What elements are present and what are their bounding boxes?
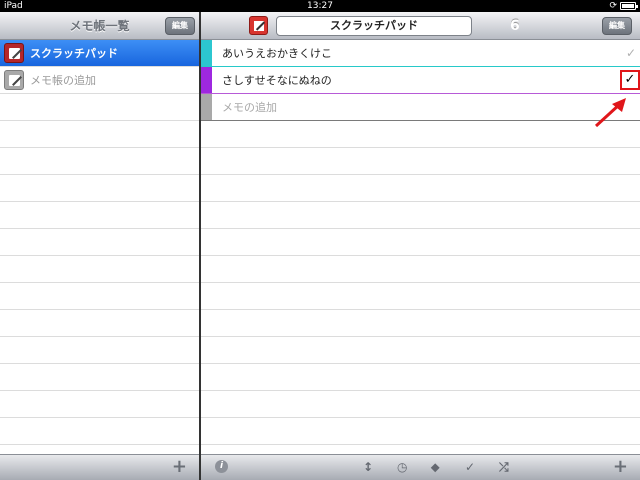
battery-group: ⟳: [609, 0, 638, 12]
check-all-icon[interactable]: ✓: [465, 459, 475, 475]
memo-item[interactable]: あいうえおかきくけこ ✓: [201, 40, 640, 67]
memo-color-tab[interactable]: [201, 40, 212, 66]
notepad-icon: [4, 43, 24, 63]
notepad-list-header: メモ帳一覧 編集: [0, 12, 199, 40]
notepad-item-label: スクラッチパッド: [30, 47, 118, 60]
memo-color-tab: [201, 94, 212, 120]
clock-icon[interactable]: ◷: [397, 459, 407, 475]
memo-pane: スクラッチパッド 6 編集 あいうえおかきくけこ ✓ さしすせそなにぬねの ✓ …: [201, 12, 640, 480]
notepad-list-pane: メモ帳一覧 編集 スクラッチパッド メモ帳の追加 +: [0, 12, 199, 480]
lock-rotation-icon: ⟳: [609, 1, 617, 11]
notepad-list: スクラッチパッド メモ帳の追加: [0, 40, 199, 454]
add-memo-item[interactable]: メモの追加: [201, 94, 640, 121]
memo-color-tab[interactable]: [201, 67, 212, 93]
add-memo-button[interactable]: +: [613, 457, 628, 477]
memo-text: あいうえおかきくけこ: [222, 47, 332, 60]
annotation-arrow-icon: [594, 98, 626, 128]
status-bar: iPad 13:27 ⟳: [0, 0, 640, 12]
info-icon[interactable]: i: [215, 460, 228, 473]
memo-footer: i ↕ ◷ ⬥ ✓ ⤮ +: [201, 454, 640, 480]
add-notepad-label: メモ帳の追加: [30, 74, 96, 87]
clock-label: 13:27: [307, 1, 333, 11]
memo-count-badge: 6: [510, 18, 520, 34]
sort-icon[interactable]: ↕: [363, 459, 373, 475]
shuffle-icon[interactable]: ⤮: [499, 459, 509, 475]
memo-header: スクラッチパッド 6 編集: [201, 12, 640, 40]
add-notepad-item[interactable]: メモ帳の追加: [0, 67, 199, 94]
add-notepad-icon: [4, 70, 24, 90]
memo-text: さしすせそなにぬねの: [222, 74, 332, 87]
notepad-list-footer: +: [0, 454, 199, 480]
notepad-edit-button[interactable]: 編集: [165, 17, 195, 35]
notepad-item-scratchpad[interactable]: スクラッチパッド: [0, 40, 199, 67]
memo-edit-button[interactable]: 編集: [602, 17, 632, 35]
check-icon[interactable]: ✓: [626, 46, 636, 60]
battery-icon: [620, 2, 638, 10]
tag-icon[interactable]: ⬥: [431, 459, 439, 475]
memo-list: あいうえおかきくけこ ✓ さしすせそなにぬねの ✓ メモの追加: [201, 40, 640, 454]
notepad-color-icon[interactable]: [249, 16, 268, 35]
add-memo-label: メモの追加: [222, 101, 277, 114]
add-notepad-button[interactable]: +: [172, 457, 187, 477]
checked-check-icon[interactable]: ✓: [620, 70, 640, 90]
notepad-title-field[interactable]: スクラッチパッド: [276, 16, 472, 36]
memo-item[interactable]: さしすせそなにぬねの ✓: [201, 67, 640, 94]
